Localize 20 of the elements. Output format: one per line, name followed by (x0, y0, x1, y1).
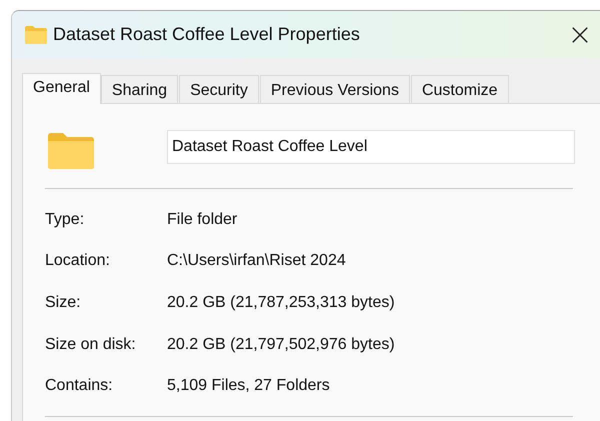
close-icon[interactable] (571, 26, 589, 44)
tab[interactable]: Sharing (100, 75, 178, 103)
property-value: 20.2 GB (21,787,253,313 bytes) (167, 294, 395, 312)
folder-icon (24, 24, 48, 44)
property-value: File folder (167, 210, 238, 229)
tab[interactable]: Customize (410, 75, 509, 103)
property-value: C:\Users\irfan\Riset 2024 (167, 252, 346, 270)
name-field[interactable]: Dataset Roast Coffee Level (167, 130, 575, 164)
property-label: Contains: (45, 377, 114, 396)
window-title: Dataset Roast Coffee Level Properties (53, 24, 360, 45)
property-label: Type: (45, 210, 86, 229)
property-value: 20.2 GB (21,797,502,976 bytes) (167, 336, 395, 354)
property-label: Location: (45, 252, 111, 270)
property-value: 5,109 Files, 27 Folders (167, 377, 330, 396)
folder-icon (48, 133, 94, 169)
property-label: Size: (45, 294, 82, 312)
tab[interactable]: General (22, 73, 101, 104)
tab[interactable]: Previous Versions (260, 75, 410, 103)
tab[interactable]: Security (179, 75, 259, 103)
property-label: Size on disk: (45, 336, 137, 354)
